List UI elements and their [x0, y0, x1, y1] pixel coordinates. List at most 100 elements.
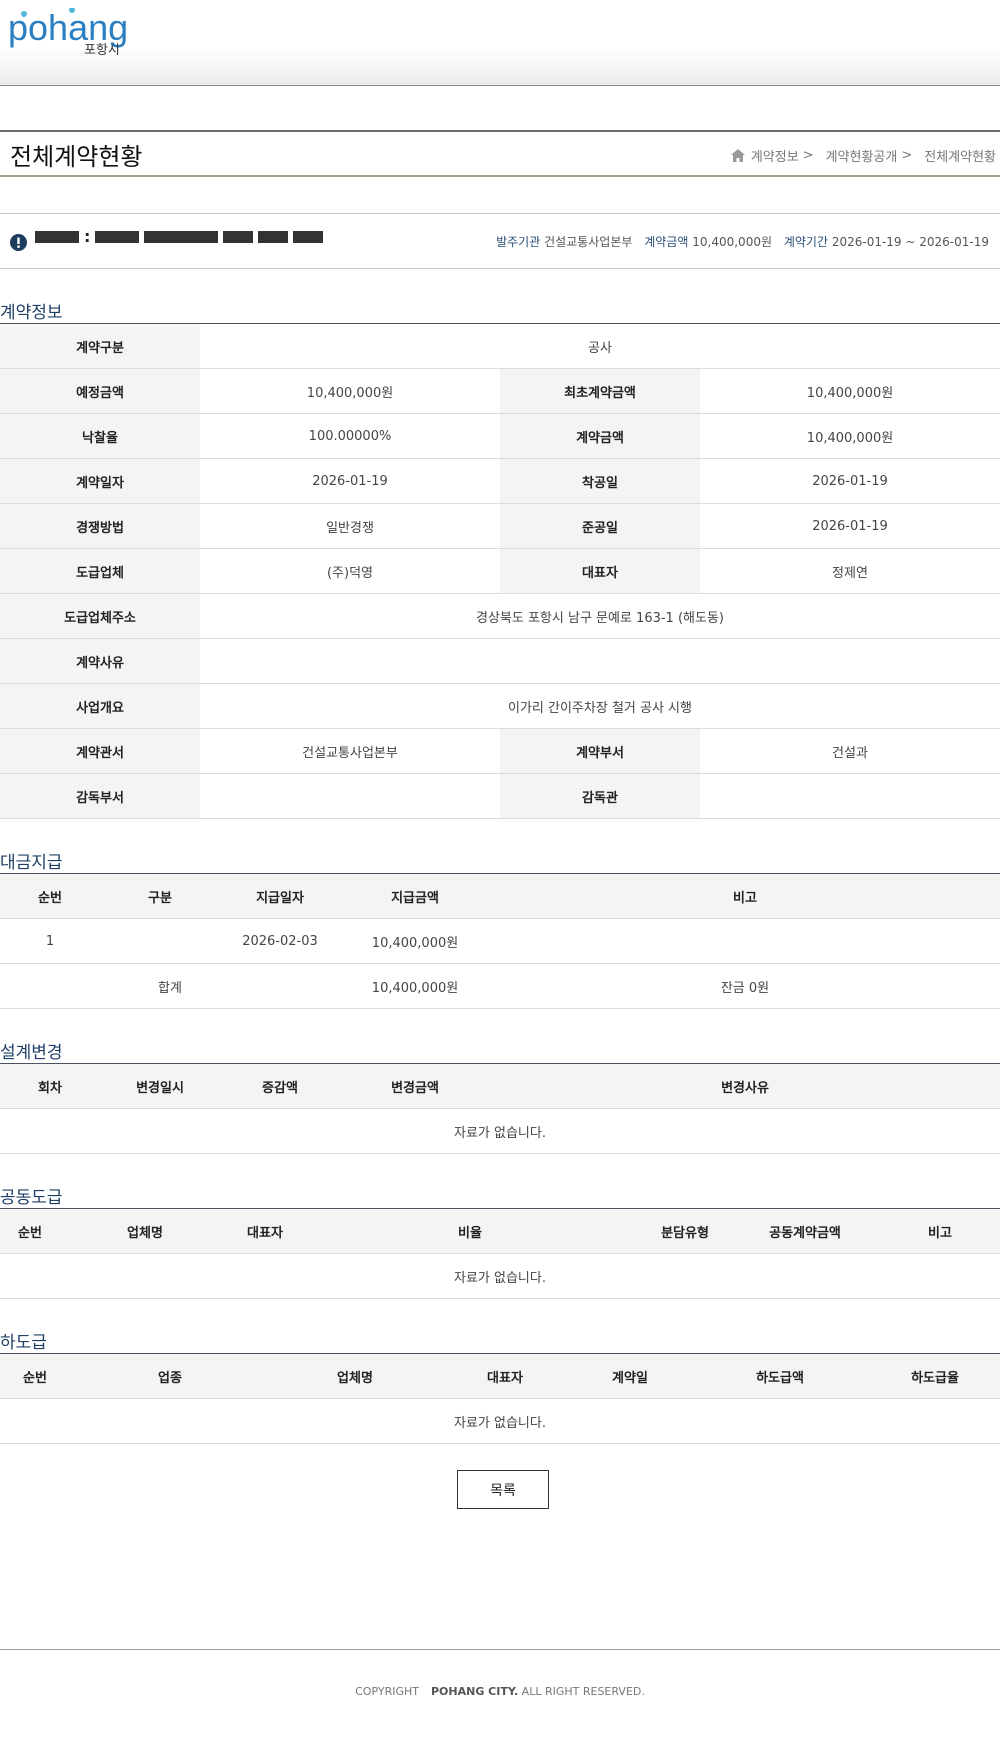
table-row-total: 합계 10,400,000원 잔금 0원 [0, 963, 1000, 1009]
breadcrumb-separator: > [802, 148, 814, 163]
contract-field-label: 계약구분 [0, 323, 200, 369]
contract-field-value: 일반경쟁 [200, 503, 500, 549]
redaction-block [95, 231, 140, 243]
contract-field-value: 10,400,000원 [700, 413, 1000, 459]
design-change-table: 회차 변경일시 증감액 변경금액 변경사유 자료가 없습니다. [0, 1063, 1000, 1154]
svg-text:포항시: 포항시 [84, 43, 120, 58]
design-header-amount: 변경금액 [340, 1063, 490, 1109]
contract-field-value: 2026-01-19 [700, 503, 1000, 549]
contract-field-label: 준공일 [500, 503, 700, 549]
contract-field-value: 이가리 간이주차장 철거 공사 시행 [200, 683, 1000, 729]
table-row: 사업개요 이가리 간이주차장 철거 공사 시행 [0, 683, 1000, 729]
summary-key-agency: 발주기관 [496, 235, 541, 249]
table-row: 도급업체주소 경상북도 포항시 남구 문예로 163-1 (해도동) [0, 593, 1000, 639]
table-row-empty: 자료가 없습니다. [0, 1253, 1000, 1299]
summary-key-amount: 계약금액 [644, 235, 689, 249]
contract-field-value [200, 773, 500, 819]
contract-field-label: 감독부서 [0, 773, 200, 819]
redaction-block [258, 231, 289, 243]
joint-header-ratio: 비율 [300, 1208, 640, 1254]
contract-field-value: 100.00000% [200, 413, 500, 459]
contract-field-value: 경상북도 포항시 남구 문예로 163-1 (해도동) [200, 593, 1000, 639]
redaction-block [144, 231, 219, 243]
sub-header-rate: 하도급율 [870, 1353, 1000, 1399]
sub-header-industry: 업종 [70, 1353, 270, 1399]
contract-field-value [700, 773, 1000, 819]
list-button[interactable]: 목록 [457, 1470, 549, 1509]
contract-info-bar: : 발주기관 건설교통사업본부 계약금액 10,400,000원 계약기간 20… [0, 213, 1000, 269]
title-colon: : [84, 227, 91, 246]
payment-header-date: 지급일자 [220, 873, 340, 919]
contract-field-value: (주)덕영 [200, 548, 500, 594]
empty-message: 자료가 없습니다. [0, 1108, 1000, 1154]
payment-cell-date: 2026-02-03 [220, 918, 340, 964]
table-row: 1 2026-02-03 10,400,000원 [0, 918, 1000, 964]
breadcrumb-item-disclosure[interactable]: 계약현황공개 [826, 146, 898, 165]
payment-table: 순번 구분 지급일자 지급금액 비고 1 2026-02-03 10,400,0… [0, 873, 1000, 1009]
contract-field-label: 계약일자 [0, 458, 200, 504]
contract-field-label: 계약사유 [0, 638, 200, 684]
empty-message: 자료가 없습니다. [0, 1398, 1000, 1444]
payment-cell-amount: 10,400,000원 [340, 918, 490, 964]
sub-header-company: 업체명 [270, 1353, 440, 1399]
design-header-delta: 증감액 [220, 1063, 340, 1109]
contract-field-label: 계약관서 [0, 728, 200, 774]
payment-cell-type [100, 918, 220, 964]
breadcrumb-item-contract-info[interactable]: 계약정보 [751, 146, 799, 165]
pohang-logo[interactable]: pohang 포항시 [8, 8, 153, 58]
table-row: 낙찰율 100.00000% 계약금액 10,400,000원 [0, 413, 1000, 459]
contract-field-label: 최초계약금액 [500, 368, 700, 414]
contract-field-value: 건설교통사업본부 [200, 728, 500, 774]
table-row: 계약관서 건설교통사업본부 계약부서 건설과 [0, 728, 1000, 774]
empty-message: 자료가 없습니다. [0, 1253, 1000, 1299]
contract-field-label: 도급업체주소 [0, 593, 200, 639]
table-row: 계약사유 [0, 638, 1000, 684]
contract-field-label: 사업개요 [0, 683, 200, 729]
summary-value-period: 2026-01-19 ~ 2026-01-19 [831, 235, 989, 249]
title-bar: 전체계약현황 계약정보 > 계약현황공개 > 전체계약현황 [0, 130, 1000, 177]
design-header-date: 변경일시 [100, 1063, 220, 1109]
section-title-contract: 계약정보 [0, 303, 63, 323]
table-row: 예정금액 10,400,000원 최초계약금액 10,400,000원 [0, 368, 1000, 414]
contract-summary: 발주기관 건설교통사업본부 계약금액 10,400,000원 계약기간 2026… [488, 233, 989, 250]
section-title-design-change: 설계변경 [0, 1043, 63, 1063]
design-header-reason: 변경사유 [490, 1063, 1000, 1109]
summary-value-amount: 10,400,000원 [692, 235, 772, 249]
sub-header-amount: 하도급액 [690, 1353, 870, 1399]
contract-field-label: 경쟁방법 [0, 503, 200, 549]
joint-header-no: 순번 [0, 1208, 60, 1254]
redaction-block [223, 231, 254, 243]
exclamation-icon [10, 234, 27, 251]
breadcrumb-separator: > [901, 148, 913, 163]
copyright-brand: POHANG CITY. [430, 1685, 519, 1698]
contract-field-label: 계약금액 [500, 413, 700, 459]
table-row: 감독부서 감독관 [0, 773, 1000, 819]
payment-cell-no: 1 [0, 918, 100, 964]
contract-field-label: 착공일 [500, 458, 700, 504]
home-icon[interactable] [730, 149, 745, 162]
table-row-empty: 자료가 없습니다. [0, 1398, 1000, 1444]
payment-header-no: 순번 [0, 873, 100, 919]
contract-field-value: 10,400,000원 [200, 368, 500, 414]
breadcrumb: 계약정보 > 계약현황공개 > 전체계약현황 [730, 146, 1000, 165]
payment-header-type: 구분 [100, 873, 220, 919]
contract-field-label: 낙찰율 [0, 413, 200, 459]
sub-header-ceo: 대표자 [440, 1353, 570, 1399]
contract-info-table: 계약구분 공사 예정금액 10,400,000원 최초계약금액 10,400,000원 낙찰… [0, 323, 1000, 819]
payment-total-note: 잔금 0원 [490, 963, 1000, 1009]
masked-contract-name: : [35, 227, 324, 246]
joint-contract-table: 순번 업체명 대표자 비율 분담유형 공동계약금액 비고 자료가 없습니다. [0, 1208, 1000, 1299]
contract-field-value: 건설과 [700, 728, 1000, 774]
payment-header-note: 비고 [490, 873, 1000, 919]
subcontract-table: 순번 업종 업체명 대표자 계약일 하도급액 하도급율 자료가 없습니다. [0, 1353, 1000, 1444]
redaction-block [293, 231, 324, 243]
contract-field-label: 감독관 [500, 773, 700, 819]
table-row: 도급업체 (주)덕영 대표자 정제연 [0, 548, 1000, 594]
contract-field-label: 예정금액 [0, 368, 200, 414]
section-title-subcontract: 하도급 [0, 1333, 47, 1353]
payment-total-amount: 10,400,000원 [340, 963, 490, 1009]
summary-value-agency: 건설교통사업본부 [544, 235, 633, 249]
joint-header-company: 업체명 [60, 1208, 230, 1254]
breadcrumb-item-current[interactable]: 전체계약현황 [924, 146, 996, 165]
design-header-round: 회차 [0, 1063, 100, 1109]
